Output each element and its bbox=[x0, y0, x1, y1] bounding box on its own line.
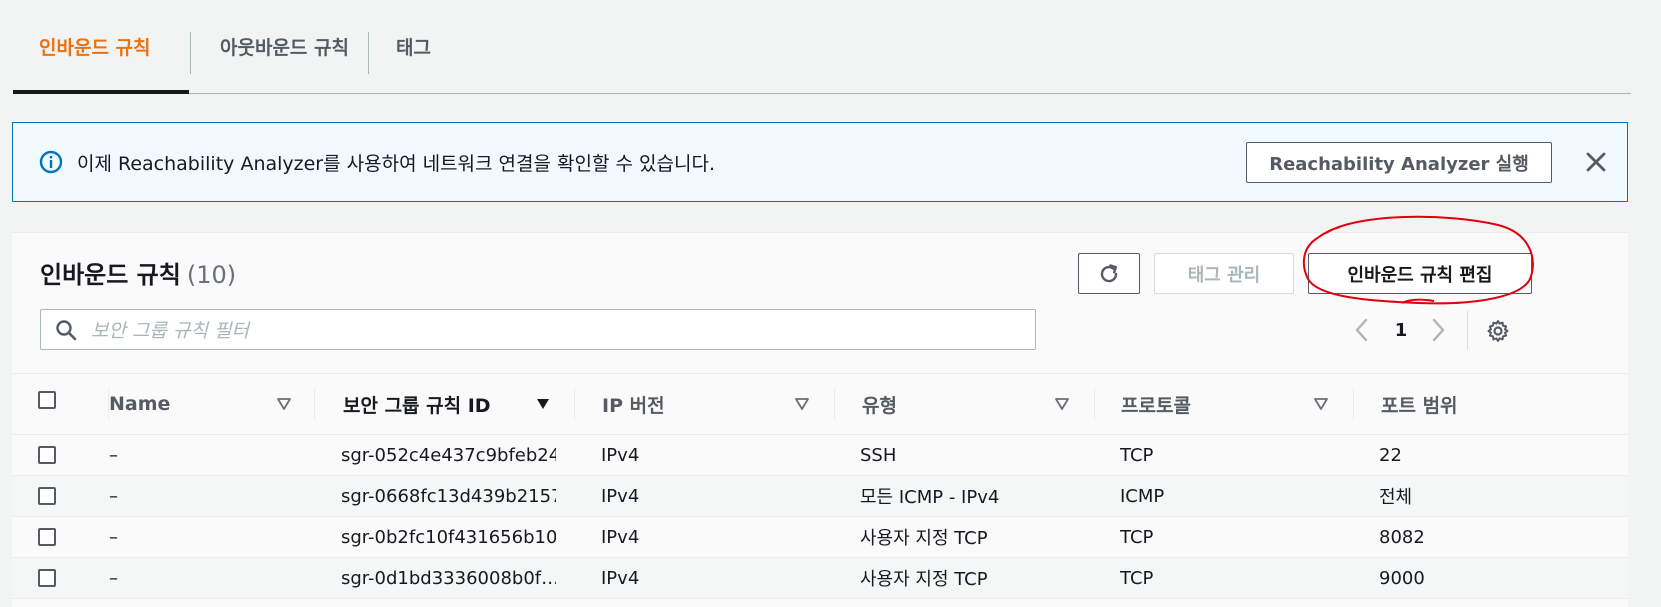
row-checkbox[interactable] bbox=[38, 528, 56, 546]
current-page[interactable]: 1 bbox=[1388, 315, 1414, 345]
column-divider bbox=[574, 388, 575, 420]
cell-rule-id[interactable]: sgr-052c4e437c9bfeb24 bbox=[341, 435, 556, 475]
column-header-name[interactable]: Name bbox=[109, 374, 170, 434]
annotation-circle bbox=[1302, 215, 1534, 305]
run-reachability-analyzer-button[interactable]: Reachability Analyzer 실행 bbox=[1246, 142, 1552, 183]
column-header-type[interactable]: 유형 bbox=[862, 374, 897, 434]
cell-protocol: ICMP bbox=[1120, 485, 1165, 507]
table-row[interactable]: – sgr-052c4e437c9bfeb24 IPv4 SSH TCP 22 bbox=[12, 435, 1628, 476]
rules-table: Name 보안 그룹 규칙 ID IP 버전 유형 프로토콜 포트 범위 – s… bbox=[12, 373, 1628, 599]
column-header-protocol[interactable]: 프로토콜 bbox=[1121, 374, 1191, 434]
panel-title-text: 인바운드 규칙 bbox=[40, 261, 181, 289]
select-all-checkbox[interactable] bbox=[38, 391, 56, 409]
pager-divider bbox=[1467, 311, 1468, 349]
cell-type: 모든 ICMP - IPv4 bbox=[860, 487, 1000, 508]
table-row[interactable]: – sgr-0b2fc10f431656b10 IPv4 사용자 지정 TCP … bbox=[12, 517, 1628, 558]
tab-tags[interactable]: 태그 bbox=[396, 0, 431, 93]
cell-port-range: 22 bbox=[1379, 444, 1402, 466]
search-icon bbox=[56, 320, 77, 341]
tab-divider bbox=[190, 32, 191, 74]
rules-filter-input[interactable] bbox=[89, 310, 1023, 351]
column-header-ip-version[interactable]: IP 버전 bbox=[602, 374, 665, 434]
sort-icon[interactable] bbox=[795, 398, 809, 410]
rules-filter bbox=[40, 309, 1036, 351]
row-checkbox[interactable] bbox=[38, 446, 56, 464]
cell-name: – bbox=[109, 526, 118, 548]
tab-outbound-rules[interactable]: 아웃바운드 규칙 bbox=[220, 0, 349, 93]
sort-icon[interactable] bbox=[277, 398, 291, 410]
row-checkbox[interactable] bbox=[38, 487, 56, 505]
table-header: Name 보안 그룹 규칙 ID IP 버전 유형 프로토콜 포트 범위 bbox=[12, 373, 1628, 435]
cell-protocol: TCP bbox=[1120, 444, 1154, 466]
chevron-left-icon[interactable] bbox=[1352, 317, 1372, 343]
panel-title: 인바운드 규칙 (10) bbox=[40, 255, 236, 290]
inbound-rules-panel: 인바운드 규칙(10) 태그 관리 인바운드 규칙 편집 1 Name bbox=[12, 215, 1628, 607]
cell-rule-id[interactable]: sgr-0b2fc10f431656b10 bbox=[341, 517, 556, 557]
cell-port-range: 8082 bbox=[1379, 526, 1425, 548]
cell-rule-id[interactable]: sgr-0d1bd3336008b0f… bbox=[341, 558, 556, 598]
close-icon[interactable] bbox=[1583, 149, 1609, 175]
tab-divider bbox=[368, 32, 369, 74]
manage-tags-button[interactable]: 태그 관리 bbox=[1154, 253, 1294, 294]
cell-protocol: TCP bbox=[1120, 526, 1154, 548]
sort-descending-icon[interactable] bbox=[536, 398, 550, 410]
chevron-right-icon[interactable] bbox=[1428, 317, 1448, 343]
tab-bar: 인바운드 규칙 아웃바운드 규칙 태그 bbox=[13, 0, 1631, 94]
column-header-rule-id[interactable]: 보안 그룹 규칙 ID bbox=[343, 374, 491, 434]
column-divider bbox=[314, 388, 315, 420]
cell-rule-id[interactable]: sgr-0668fc13d439b2157 bbox=[341, 476, 556, 516]
table-body: – sgr-052c4e437c9bfeb24 IPv4 SSH TCP 22 … bbox=[12, 435, 1628, 599]
info-icon bbox=[39, 150, 63, 174]
sort-icon[interactable] bbox=[1314, 398, 1328, 410]
cell-type: SSH bbox=[860, 444, 897, 466]
cell-port-range: 9000 bbox=[1379, 567, 1425, 589]
refresh-icon bbox=[1100, 263, 1118, 282]
tab-inbound-rules[interactable]: 인바운드 규칙 bbox=[39, 0, 151, 93]
cell-name: – bbox=[109, 485, 118, 507]
cell-ip-version: IPv4 bbox=[601, 485, 640, 507]
column-header-port-range[interactable]: 포트 범위 bbox=[1381, 374, 1458, 434]
column-divider bbox=[834, 388, 835, 420]
column-divider bbox=[1094, 388, 1095, 420]
table-row[interactable]: – sgr-0668fc13d439b2157 IPv4 모든 ICMP - I… bbox=[12, 476, 1628, 517]
info-banner: 이제 Reachability Analyzer를 사용하여 네트워크 연결을 … bbox=[12, 122, 1628, 202]
cell-ip-version: IPv4 bbox=[601, 567, 640, 589]
table-row[interactable]: – sgr-0d1bd3336008b0f… IPv4 사용자 지정 TCP T… bbox=[12, 558, 1628, 599]
cell-protocol: TCP bbox=[1120, 567, 1154, 589]
row-checkbox[interactable] bbox=[38, 569, 56, 587]
cell-ip-version: IPv4 bbox=[601, 444, 640, 466]
active-tab-indicator bbox=[13, 90, 189, 94]
gear-icon[interactable] bbox=[1486, 319, 1510, 343]
cell-type: 사용자 지정 TCP bbox=[860, 528, 988, 549]
banner-message: 이제 Reachability Analyzer를 사용하여 네트워크 연결을 … bbox=[77, 152, 715, 175]
cell-port-range: 전체 bbox=[1379, 487, 1413, 508]
sort-icon[interactable] bbox=[1055, 398, 1069, 410]
cell-name: – bbox=[109, 567, 118, 589]
cell-name: – bbox=[109, 444, 118, 466]
column-divider bbox=[1353, 388, 1354, 420]
cell-type: 사용자 지정 TCP bbox=[860, 569, 988, 590]
rule-count: (10) bbox=[186, 261, 237, 289]
cell-ip-version: IPv4 bbox=[601, 526, 640, 548]
refresh-button[interactable] bbox=[1078, 253, 1140, 294]
